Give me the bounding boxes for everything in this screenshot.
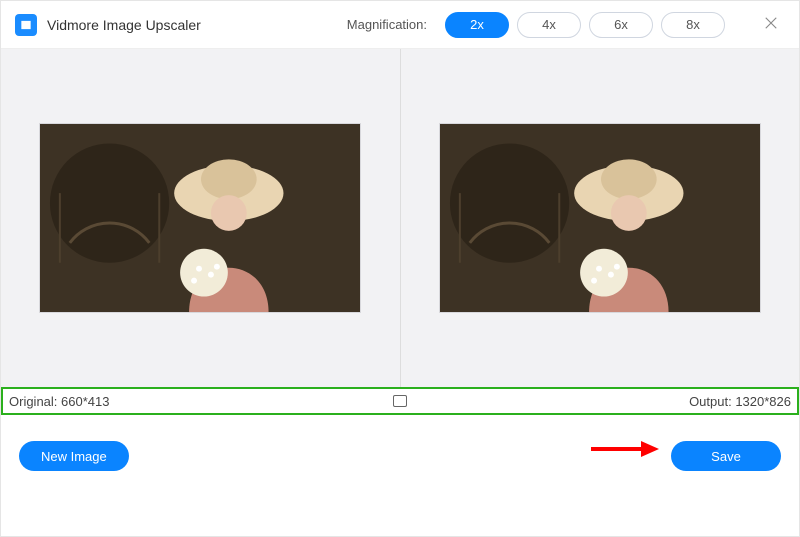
header: Vidmore Image Upscaler Magnification: 2x… [1, 1, 799, 49]
original-preview-pane [1, 49, 401, 387]
magnification-2x-button[interactable]: 2x [445, 12, 509, 38]
output-dims-value: 1320*826 [735, 394, 791, 409]
bottom-bar: New Image Save [1, 415, 799, 471]
magnification-group: 2x 4x 6x 8x [445, 12, 725, 38]
dimensions-info-bar: Original: 660*413 Output: 1320*826 [1, 387, 799, 415]
magnification-6x-button[interactable]: 6x [589, 12, 653, 38]
app-window: Vidmore Image Upscaler Magnification: 2x… [0, 0, 800, 537]
app-logo-icon [15, 14, 37, 36]
output-dimensions: Output: 1320*826 [689, 394, 791, 409]
app-title: Vidmore Image Upscaler [47, 17, 201, 33]
output-preview-pane [401, 49, 800, 387]
new-image-button[interactable]: New Image [19, 441, 129, 471]
close-icon [762, 14, 780, 32]
close-button[interactable] [757, 9, 785, 37]
original-dims-label: Original: [9, 394, 57, 409]
save-button[interactable]: Save [671, 441, 781, 471]
output-dims-label: Output: [689, 394, 732, 409]
compare-handle-icon[interactable] [393, 395, 407, 407]
magnification-8x-button[interactable]: 8x [661, 12, 725, 38]
original-dimensions: Original: 660*413 [9, 394, 110, 409]
magnification-4x-button[interactable]: 4x [517, 12, 581, 38]
preview-area [1, 49, 799, 387]
output-image [439, 123, 761, 313]
annotation-arrow-icon [589, 439, 659, 459]
original-image [39, 123, 361, 313]
magnification-label: Magnification: [347, 17, 427, 32]
original-dims-value: 660*413 [61, 394, 109, 409]
